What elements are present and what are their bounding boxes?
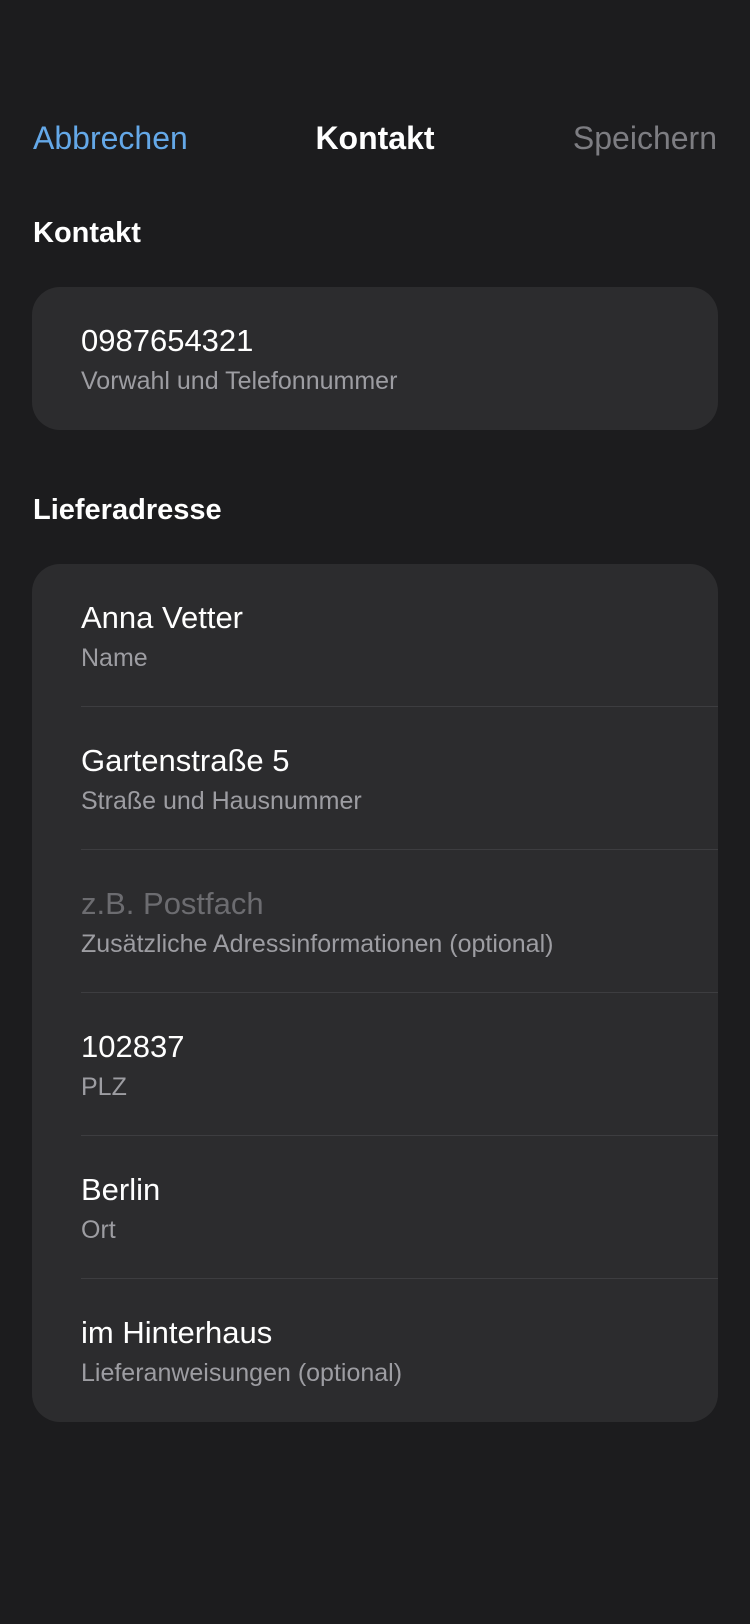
delivery-instructions-field[interactable]: im Hinterhaus Lieferanweisungen (optiona…	[32, 1279, 718, 1422]
address-card: Anna Vetter Name Gartenstraße 5 Straße u…	[32, 564, 718, 1422]
contact-edit-screen: Abbrechen Kontakt Speichern Kontakt 0987…	[0, 0, 750, 1624]
postal-code-label: PLZ	[81, 1073, 127, 1101]
name-value: Anna Vetter	[81, 600, 244, 635]
street-label: Straße und Hausnummer	[81, 787, 362, 815]
street-value: Gartenstraße 5	[81, 743, 290, 778]
save-button[interactable]: Speichern	[573, 120, 717, 157]
delivery-instructions-value: im Hinterhaus	[81, 1315, 273, 1350]
city-value: Berlin	[81, 1172, 161, 1207]
additional-address-placeholder: z.B. Postfach	[81, 886, 264, 921]
street-field[interactable]: Gartenstraße 5 Straße und Hausnummer	[32, 707, 718, 850]
postal-code-value: 102837	[81, 1029, 185, 1064]
postal-code-field[interactable]: 102837 PLZ	[32, 993, 718, 1136]
name-field[interactable]: Anna Vetter Name	[32, 564, 718, 707]
phone-label: Vorwahl und Telefonnummer	[81, 367, 398, 395]
address-section-header: Lieferadresse	[33, 494, 222, 526]
phone-value: 0987654321	[81, 323, 254, 358]
contact-card: 0987654321 Vorwahl und Telefonnummer	[32, 287, 718, 430]
additional-address-field[interactable]: z.B. Postfach Zusätzliche Adressinformat…	[32, 850, 718, 993]
contact-section-header: Kontakt	[33, 217, 141, 249]
city-label: Ort	[81, 1216, 116, 1244]
delivery-instructions-label: Lieferanweisungen (optional)	[81, 1359, 403, 1387]
additional-address-label: Zusätzliche Adressinformationen (optiona…	[81, 930, 554, 958]
name-label: Name	[81, 644, 148, 672]
phone-field[interactable]: 0987654321 Vorwahl und Telefonnummer	[32, 287, 718, 430]
navigation-bar: Abbrechen Kontakt Speichern	[0, 110, 750, 170]
city-field[interactable]: Berlin Ort	[32, 1136, 718, 1279]
cancel-button[interactable]: Abbrechen	[33, 120, 188, 157]
